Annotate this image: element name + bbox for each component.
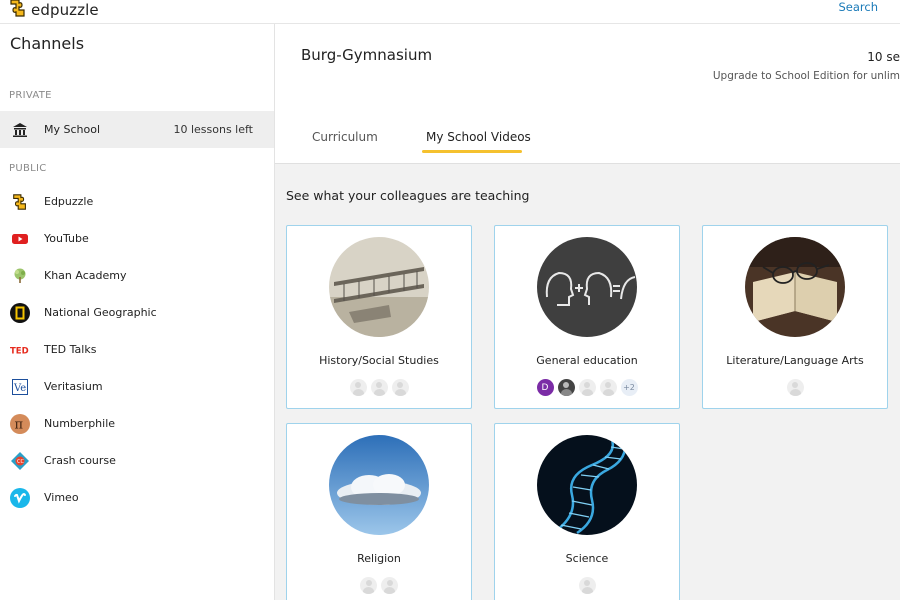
crash-course-icon: CC <box>10 451 30 471</box>
sidebar-item-national-geographic[interactable]: National Geographic <box>0 294 274 331</box>
teacher-avatars <box>495 577 679 594</box>
avatar <box>381 577 398 594</box>
sidebar-item-numberphile[interactable]: π Numberphile <box>0 405 274 442</box>
sidebar-item-my-school[interactable]: My School 10 lessons left <box>0 111 274 148</box>
sidebar-item-label: Numberphile <box>44 417 116 430</box>
card-title: History/Social Studies <box>319 354 439 367</box>
teacher-avatars <box>703 379 887 396</box>
national-geographic-icon <box>10 302 30 323</box>
sidebar-item-ted-talks[interactable]: TED TED Talks <box>0 331 274 368</box>
teacher-avatars <box>287 379 471 396</box>
svg-text:π: π <box>15 417 24 432</box>
khan-academy-tree-icon <box>10 266 30 286</box>
edpuzzle-logo-icon <box>10 192 30 212</box>
sidebar-item-vimeo[interactable]: Vimeo <box>0 479 274 516</box>
sidebar-item-label: Crash course <box>44 454 116 467</box>
avatar <box>557 379 575 396</box>
top-bar: edpuzzle Search <box>0 0 900 24</box>
subject-card-science[interactable]: Science <box>494 423 680 600</box>
teacher-avatars: D +2 <box>495 379 679 396</box>
school-header: Burg-Gymnasium 10 se Upgrade to School E… <box>275 24 900 164</box>
avatar <box>391 379 409 396</box>
tab-my-school-videos[interactable]: My School Videos <box>426 130 531 144</box>
public-section-label: PUBLIC <box>9 163 47 174</box>
card-title: Literature/Language Arts <box>726 354 864 367</box>
sidebar-item-label: Edpuzzle <box>44 195 94 208</box>
svg-text:TED: TED <box>10 346 29 355</box>
lessons-left-count: 10 lessons left <box>173 123 253 136</box>
edpuzzle-puzzle-icon <box>8 0 28 22</box>
school-building-icon <box>10 120 30 140</box>
tab-curriculum[interactable]: Curriculum <box>312 130 378 144</box>
channels-sidebar: Channels PRIVATE My School 10 lessons le… <box>0 24 275 600</box>
sidebar-item-label: Khan Academy <box>44 269 127 282</box>
subject-card-history[interactable]: History/Social Studies <box>286 225 472 409</box>
avatar <box>370 379 388 396</box>
sidebar-item-edpuzzle[interactable]: Edpuzzle <box>0 183 274 220</box>
sidebar-item-khan-academy[interactable]: Khan Academy <box>0 257 274 294</box>
active-tab-underline <box>422 150 522 153</box>
school-name: Burg-Gymnasium <box>301 46 433 64</box>
avatar <box>349 379 367 396</box>
upgrade-link[interactable]: Upgrade to School Edition for unlim <box>713 70 900 82</box>
subject-card-religion[interactable]: Religion <box>286 423 472 600</box>
logo-text: edpuzzle <box>31 1 99 19</box>
sidebar-item-label: TED Talks <box>44 343 97 356</box>
sidebar-item-youtube[interactable]: YouTube <box>0 220 274 257</box>
avatar: D <box>536 379 554 396</box>
wright-flyer-photo <box>329 237 429 337</box>
ted-icon: TED <box>10 340 30 360</box>
card-title: General education <box>536 354 638 367</box>
section-heading: See what your colleagues are teaching <box>286 188 530 203</box>
sidebar-item-label: YouTube <box>44 232 89 245</box>
sky-clouds-photo <box>329 435 429 535</box>
vimeo-icon <box>10 487 30 508</box>
sidebar-item-crash-course[interactable]: CC Crash course <box>0 442 274 479</box>
sidebar-item-label: My School <box>44 123 101 136</box>
sidebar-item-label: Vimeo <box>44 491 79 504</box>
sidebar-item-label: National Geographic <box>44 306 157 319</box>
book-glasses-photo <box>745 237 845 337</box>
avatar <box>360 577 377 594</box>
svg-text:Ve: Ve <box>13 383 26 394</box>
sidebar-item-veritasium[interactable]: Ve Veritasium <box>0 368 274 405</box>
veritasium-icon: Ve <box>10 377 30 397</box>
more-avatars-count: +2 <box>620 379 638 396</box>
avatar <box>599 379 617 396</box>
dna-helix-photo <box>537 435 637 535</box>
sidebar-title: Channels <box>10 34 85 53</box>
subject-card-literature[interactable]: Literature/Language Arts <box>702 225 888 409</box>
sidebar-item-label: Veritasium <box>44 380 103 393</box>
seats-count: 10 se <box>867 50 900 64</box>
teacher-avatars <box>287 577 471 594</box>
youtube-icon <box>10 229 30 249</box>
subject-card-general-education[interactable]: General education D +2 <box>494 225 680 409</box>
svg-text:CC: CC <box>17 459 24 465</box>
card-title: Science <box>565 552 609 565</box>
avatar <box>578 577 596 594</box>
numberphile-pi-icon: π <box>10 413 30 434</box>
search-link[interactable]: Search <box>838 0 878 14</box>
card-title: Religion <box>357 552 401 565</box>
avatar <box>786 379 804 396</box>
main-content: See what your colleagues are teaching Hi… <box>275 164 900 600</box>
edpuzzle-logo[interactable]: edpuzzle <box>8 0 99 20</box>
private-section-label: PRIVATE <box>9 90 52 101</box>
avatar <box>578 379 596 396</box>
chalkboard-heads-photo <box>537 237 637 337</box>
